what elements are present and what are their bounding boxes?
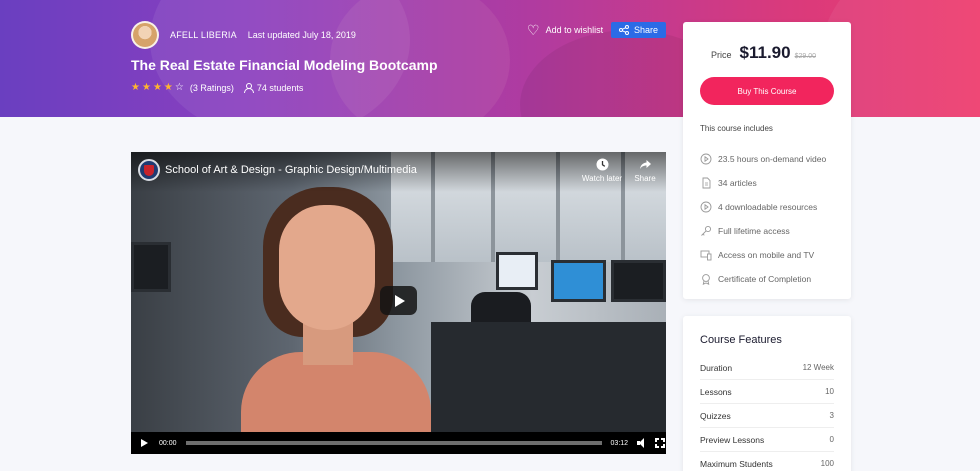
list-item: Certificate of Completion [700, 267, 826, 291]
author-info: AFELL LIBERIA Last updated July 18, 2019 [131, 21, 356, 49]
include-label: Full lifetime access [718, 226, 790, 236]
feature-value: 10 [825, 387, 834, 396]
list-item: 4 downloadable resources [700, 195, 826, 219]
star-full-icon: ★ [152, 82, 162, 93]
certificate-icon [700, 273, 712, 285]
document-icon [700, 177, 712, 189]
feature-value: 12 Week [802, 363, 834, 372]
last-updated: Last updated July 18, 2019 [247, 30, 356, 40]
list-item: 23.5 hours on-demand video [700, 147, 826, 171]
students-label: 74 students [256, 82, 304, 93]
heart-icon: ♡ [527, 22, 540, 38]
share-icon [618, 25, 629, 35]
includes-title: This course includes [700, 124, 773, 133]
star-empty-icon: ☆ [174, 82, 184, 93]
progress-bar[interactable] [185, 441, 602, 445]
ratings-count: (3 Ratings) [189, 82, 234, 93]
include-label: 34 articles [718, 178, 757, 188]
video-share-label: Share [634, 174, 656, 183]
buy-course-button[interactable]: Buy This Course [700, 77, 834, 105]
star-rating: ★ ★ ★ ★ ☆ [131, 82, 186, 93]
feature-label: Maximum Students [700, 458, 773, 469]
star-full-icon: ★ [131, 82, 140, 93]
features-title: Course Features [700, 334, 782, 346]
list-item: Full lifetime access [700, 219, 826, 243]
list-item: Lessons 10 [700, 380, 834, 404]
include-label: Certificate of Completion [718, 274, 812, 284]
duration: 03:12 [610, 439, 629, 447]
course-title: The Real Estate Financial Modeling Bootc… [131, 57, 438, 73]
feature-label: Quizzes [700, 410, 731, 421]
feature-value: 100 [820, 459, 834, 468]
list-item: Maximum Students 100 [700, 452, 834, 471]
download-circle-icon [700, 201, 712, 213]
channel-logo[interactable] [138, 159, 160, 181]
price-row: Price $11.90 $29.00 [711, 43, 816, 63]
author-avatar[interactable] [131, 21, 159, 49]
list-item: Access on mobile and TV [700, 243, 826, 267]
play-circle-icon [700, 153, 712, 165]
feature-value: 3 [829, 411, 834, 420]
feature-label: Lessons [700, 386, 732, 397]
share-label: Share [633, 25, 659, 35]
feature-label: Preview Lessons [700, 434, 765, 445]
price-value: $11.90 [739, 43, 791, 62]
watch-later-button[interactable]: Watch later [581, 158, 623, 183]
share-arrow-icon [639, 160, 651, 169]
star-full-icon: ★ [141, 82, 151, 93]
includes-list: 23.5 hours on-demand video 34 articles 4… [700, 147, 826, 291]
video-scene-person [241, 187, 431, 454]
price-card: Price $11.90 $29.00 Buy This Course This… [683, 22, 851, 299]
video-header: School of Art & Design - Graphic Design/… [131, 152, 666, 192]
course-features-card: Course Features Duration 12 Week Lessons… [683, 316, 851, 471]
volume-icon[interactable] [637, 438, 647, 448]
include-label: 23.5 hours on-demand video [718, 154, 827, 164]
video-scene-monitor [551, 260, 606, 302]
video-share-button[interactable]: Share [624, 158, 666, 183]
course-preview-video[interactable]: School of Art & Design - Graphic Design/… [131, 152, 666, 454]
features-list: Duration 12 Week Lessons 10 Quizzes 3 Pr… [700, 356, 834, 471]
list-item: Quizzes 3 [700, 404, 834, 428]
video-scene-monitor [131, 242, 171, 292]
feature-value: 0 [829, 435, 834, 444]
clock-icon [596, 158, 608, 171]
students-count: 74 students [244, 82, 304, 93]
include-label: Access on mobile and TV [718, 250, 815, 260]
user-icon [244, 83, 255, 93]
video-title[interactable]: School of Art & Design - Graphic Design/… [165, 164, 417, 176]
add-to-wishlist-button[interactable]: ♡ Add to wishlist [527, 23, 603, 37]
watch-later-label: Watch later [581, 174, 623, 183]
video-scene-monitor [611, 260, 666, 302]
share-button[interactable]: Share [611, 22, 666, 38]
price-label: Price [711, 50, 732, 60]
video-controls: 00:00 03:12 [131, 432, 666, 454]
fullscreen-icon[interactable] [655, 438, 666, 448]
wishlist-label: Add to wishlist [545, 25, 604, 35]
key-icon [700, 225, 712, 237]
list-item: Preview Lessons 0 [700, 428, 834, 452]
current-time: 00:00 [159, 439, 177, 447]
control-play-icon[interactable] [141, 439, 148, 447]
play-button[interactable] [380, 286, 417, 315]
rating-row: ★ ★ ★ ★ ☆ (3 Ratings) 74 students [131, 82, 303, 93]
play-icon [395, 294, 405, 307]
devices-icon [700, 249, 712, 261]
list-item: 34 articles [700, 171, 826, 195]
star-half-icon: ★ [163, 82, 173, 93]
include-label: 4 downloadable resources [718, 202, 818, 212]
list-item: Duration 12 Week [700, 356, 834, 380]
video-scene-monitor [496, 252, 538, 290]
author-name[interactable]: AFELL LIBERIA [170, 30, 237, 40]
feature-label: Duration [700, 362, 733, 373]
old-price: $29.00 [794, 53, 816, 60]
